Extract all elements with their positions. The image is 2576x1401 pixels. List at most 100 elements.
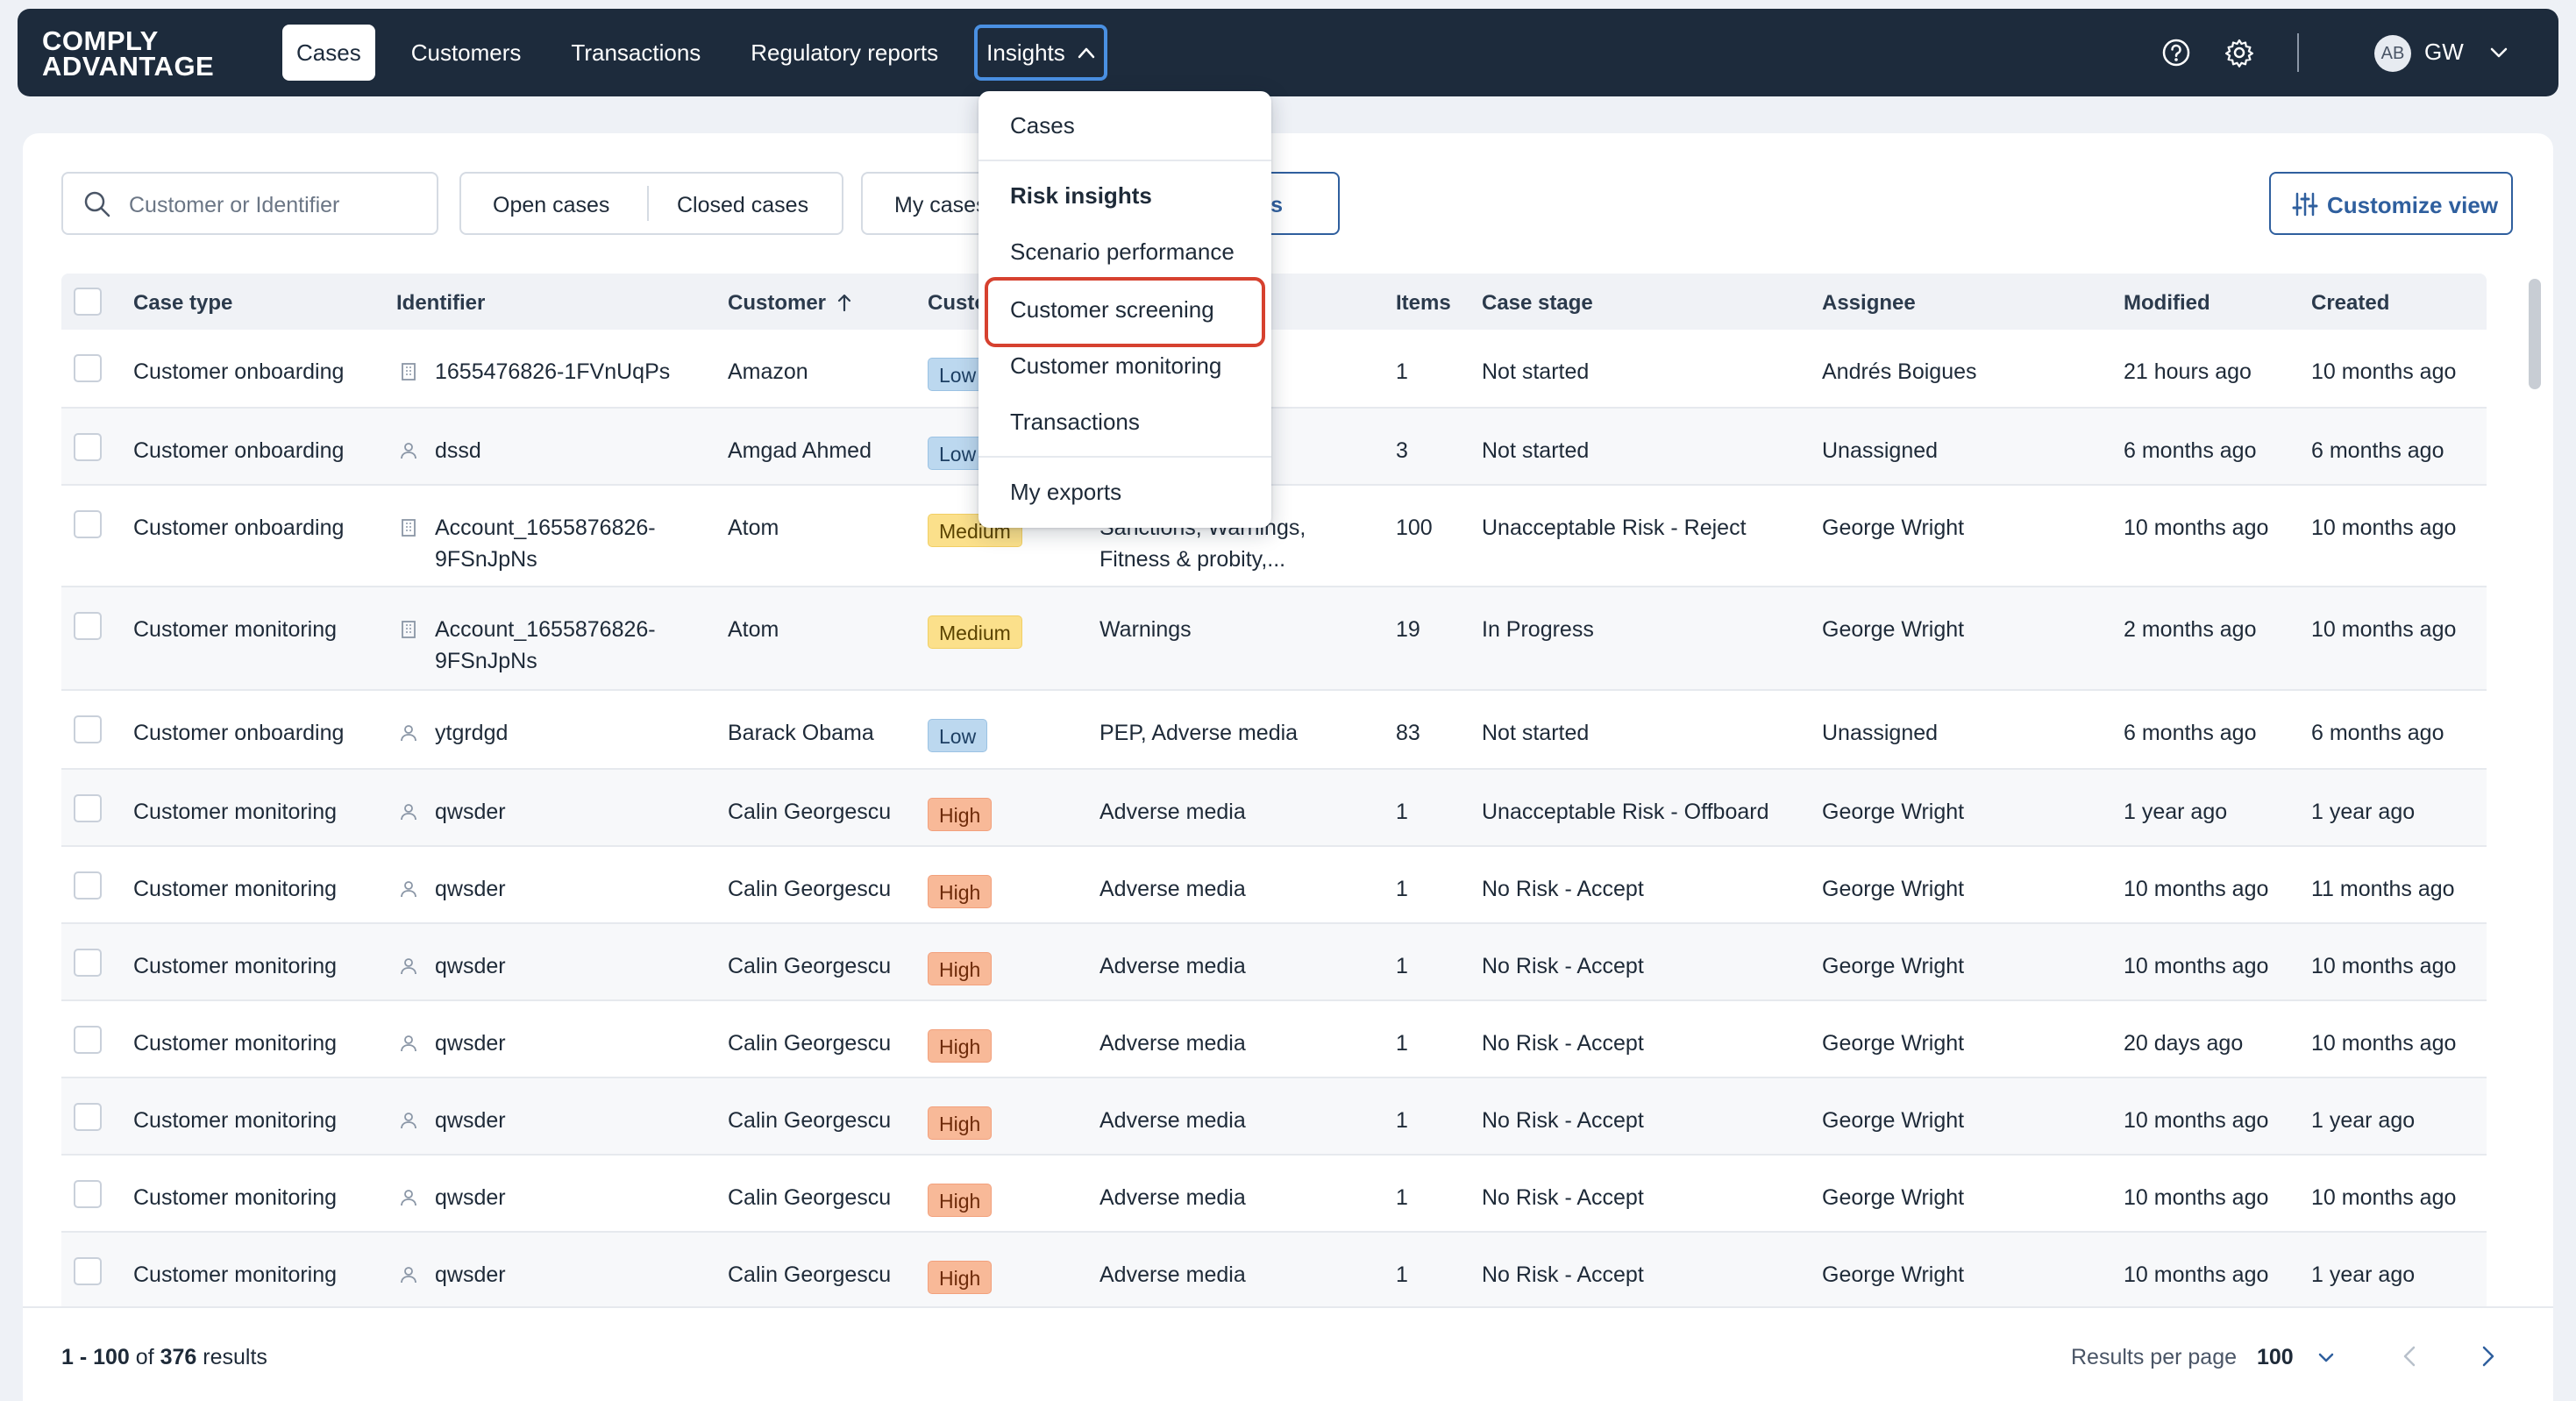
table-row[interactable]: Customer onboarding ytgrdgd Barack Obama Lo… — [61, 691, 2487, 770]
gear-icon[interactable] — [2224, 37, 2255, 68]
cell-customer[interactable]: Calin Georgescu — [728, 1105, 891, 1136]
cell-tags: Adverse media — [1099, 954, 1246, 978]
row-checkbox[interactable] — [74, 1257, 102, 1285]
cell-identifier: ytgrdgd — [435, 721, 509, 745]
vertical-scrollbar[interactable] — [2529, 279, 2541, 389]
cell-customer[interactable]: Calin Georgescu — [728, 1259, 891, 1291]
header-assignee[interactable]: Assignee — [1822, 291, 1916, 316]
main-nav: Cases Customers Transactions Regulatory … — [282, 25, 1129, 81]
cell-case-type: Customer onboarding — [133, 516, 345, 540]
table-footer: 1 - 100 of 376 results Results per page … — [23, 1306, 2553, 1401]
cell-customer[interactable]: Calin Georgescu — [728, 1028, 891, 1059]
insights-dropdown-menu: Cases Risk insights Scenario performance… — [978, 91, 1271, 528]
table-row[interactable]: Customer onboarding Account_1655876826- 9F… — [61, 486, 2487, 587]
row-checkbox[interactable] — [74, 1103, 102, 1131]
risk-badge: High — [928, 1261, 993, 1294]
previous-page-icon[interactable] — [2395, 1341, 2425, 1371]
table-row[interactable]: Customer monitoring qwsder Calin Georgescu… — [61, 847, 2487, 924]
nav-transactions[interactable]: Transactions — [557, 25, 715, 81]
row-checkbox[interactable] — [74, 715, 102, 743]
row-checkbox[interactable] — [74, 949, 102, 977]
next-page-icon[interactable] — [2473, 1341, 2502, 1371]
cell-customer[interactable]: Atom — [728, 512, 779, 544]
menu-item-my-exports[interactable]: My exports — [1010, 479, 1121, 506]
cell-customer[interactable]: Amgad Ahmed — [728, 435, 872, 466]
brand-logo[interactable]: COMPLY ADVANTAGE — [42, 27, 214, 80]
row-checkbox[interactable] — [74, 871, 102, 900]
results-per-page-select[interactable]: 100 — [2257, 1345, 2294, 1370]
header-items[interactable]: Items — [1396, 291, 1451, 316]
risk-badge: High — [928, 875, 993, 908]
cell-customer[interactable]: Calin Georgescu — [728, 950, 891, 982]
table-row[interactable]: Customer monitoring Account_1655876826- 9F… — [61, 587, 2487, 691]
nav-insights[interactable]: Insights — [974, 25, 1107, 81]
cell-case-type: Customer monitoring — [133, 877, 338, 901]
table-row[interactable]: Customer monitoring qwsder Calin Georgescu… — [61, 770, 2487, 847]
nav-regulatory-reports[interactable]: Regulatory reports — [737, 25, 952, 81]
cell-created: 11 months ago — [2311, 877, 2455, 901]
row-checkbox[interactable] — [74, 794, 102, 822]
header-identifier[interactable]: Identifier — [396, 291, 485, 316]
row-checkbox[interactable] — [74, 1180, 102, 1208]
cell-case-stage: Not started — [1482, 721, 1590, 745]
customize-view-label: Customize view — [2327, 192, 2499, 218]
select-all-checkbox[interactable] — [74, 288, 102, 316]
table-row[interactable]: Customer monitoring qwsder Calin Georgescu… — [61, 1233, 2487, 1310]
cell-created: 10 months ago — [2311, 617, 2457, 642]
cell-created: 10 months ago — [2311, 1185, 2457, 1210]
table-row[interactable]: Customer onboarding 1655476826-1FVnUqPs Am… — [61, 330, 2487, 409]
cell-customer[interactable]: Amazon — [728, 356, 808, 388]
user-initials[interactable]: GW — [2424, 39, 2464, 66]
header-case-stage[interactable]: Case stage — [1482, 291, 1593, 316]
help-icon[interactable] — [2160, 37, 2192, 68]
sliders-icon — [2292, 192, 2318, 217]
table-row[interactable]: Customer monitoring qwsder Calin Georgescu… — [61, 1078, 2487, 1156]
header-created[interactable]: Created — [2311, 291, 2389, 316]
case-status-toggle: Open cases Closed cases — [459, 172, 843, 235]
closed-cases-button[interactable]: Closed cases — [677, 193, 808, 218]
table-header: Case type Identifier Customer Customer r… — [61, 274, 2487, 330]
menu-item-customer-monitoring[interactable]: Customer monitoring — [1010, 352, 1221, 380]
cell-customer[interactable]: Calin Georgescu — [728, 873, 891, 905]
cell-case-type: Customer monitoring — [133, 954, 338, 978]
cell-customer[interactable]: Calin Georgescu — [728, 1182, 891, 1213]
cell-items: 1 — [1396, 1185, 1408, 1210]
nav-cases[interactable]: Cases — [282, 25, 375, 81]
row-checkbox[interactable] — [74, 1026, 102, 1054]
table-row[interactable]: Customer monitoring qwsder Calin Georgescu… — [61, 1001, 2487, 1078]
menu-item-cases[interactable]: Cases — [1010, 112, 1075, 139]
my-cases-button[interactable]: My cases — [861, 172, 984, 235]
menu-item-scenario-performance[interactable]: Scenario performance — [1010, 238, 1235, 266]
menu-item-customer-screening[interactable]: Customer screening — [1010, 296, 1214, 324]
cell-tags: Adverse media — [1099, 1185, 1246, 1210]
header-case-type[interactable]: Case type — [133, 291, 232, 316]
cell-case-stage: Not started — [1482, 438, 1590, 463]
row-checkbox[interactable] — [74, 433, 102, 461]
table-row[interactable]: Customer monitoring qwsder Calin Georgescu… — [61, 1156, 2487, 1233]
row-checkbox[interactable] — [74, 510, 102, 538]
customize-view-button[interactable]: Customize view — [2269, 172, 2513, 235]
chevron-down-icon[interactable] — [2483, 37, 2515, 68]
row-checkbox[interactable] — [74, 354, 102, 382]
table-row[interactable]: Customer onboardingdssdAmgad AhmedLowdia… — [61, 409, 2487, 486]
cell-assignee: George Wright — [1822, 1262, 1965, 1287]
row-checkbox[interactable] — [74, 612, 102, 640]
cell-customer[interactable]: Calin Georgescu — [728, 796, 891, 828]
nav-customers[interactable]: Customers — [397, 25, 536, 81]
cell-customer[interactable]: Atom — [728, 614, 779, 645]
chevron-down-icon[interactable] — [2313, 1345, 2339, 1371]
cell-identifier: qwsder — [435, 1262, 506, 1287]
menu-item-transactions[interactable]: Transactions — [1010, 409, 1140, 436]
cell-case-type: Customer onboarding — [133, 721, 345, 745]
cell-case-stage: No Risk - Accept — [1482, 1108, 1644, 1133]
avatar[interactable]: AB — [2374, 35, 2411, 72]
table-row[interactable]: Customer monitoring qwsder Calin Georgescu… — [61, 924, 2487, 1001]
cell-customer[interactable]: Barack Obama — [728, 717, 874, 749]
open-cases-button[interactable]: Open cases — [493, 193, 609, 218]
results-summary: 1 - 100 of 376 results — [61, 1345, 267, 1370]
search-input[interactable]: Customer or Identifier — [61, 172, 438, 235]
header-customer[interactable]: Customer — [728, 291, 851, 316]
cell-case-stage: Not started — [1482, 359, 1590, 384]
cell-created: 1 year ago — [2311, 1262, 2416, 1287]
header-modified[interactable]: Modified — [2124, 291, 2210, 316]
